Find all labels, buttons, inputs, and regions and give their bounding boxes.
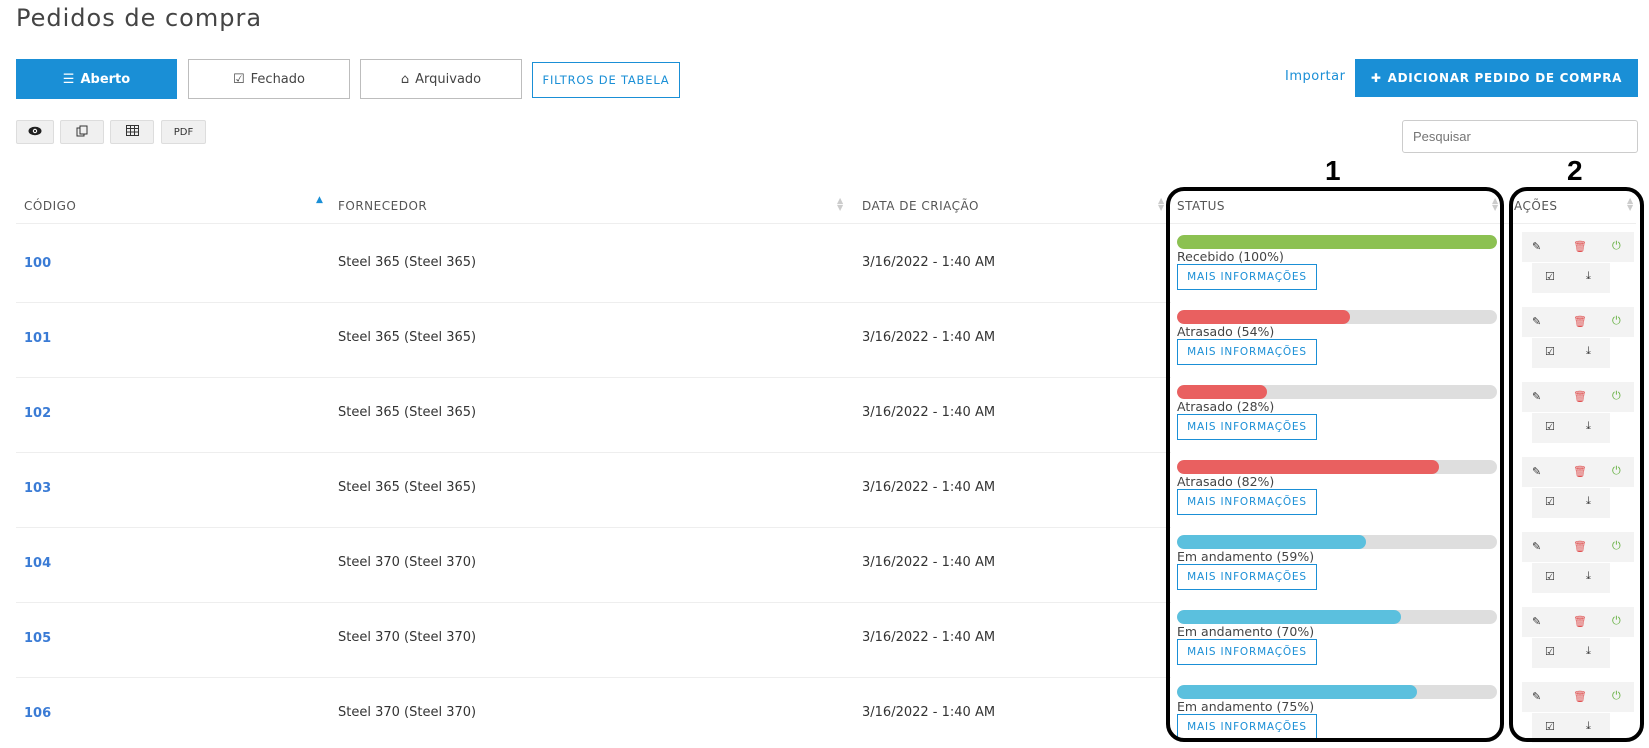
supplier-cell: Steel 365 (Steel 365)	[338, 480, 477, 495]
supplier-cell: Steel 370 (Steel 370)	[338, 555, 477, 570]
order-code-link[interactable]: 100	[24, 256, 51, 271]
order-code-link[interactable]: 104	[24, 556, 51, 571]
order-code-link[interactable]: 103	[24, 481, 51, 496]
column-header-code[interactable]: CÓDIGO	[24, 199, 76, 213]
add-purchase-order-button[interactable]: ✚ ADICIONAR PEDIDO DE COMPRA	[1355, 59, 1638, 97]
callout-number: 2	[1567, 155, 1583, 186]
created-date-cell: 3/16/2022 - 1:40 AM	[862, 480, 996, 495]
created-date-cell: 3/16/2022 - 1:40 AM	[862, 330, 996, 345]
supplier-cell: Steel 365 (Steel 365)	[338, 330, 477, 345]
sort-icon[interactable]: ▲ ▼	[1158, 197, 1164, 212]
row-divider	[16, 602, 1171, 603]
supplier-cell: Steel 365 (Steel 365)	[338, 255, 477, 270]
sort-icon[interactable]: ▲ ▼	[837, 197, 843, 212]
plus-icon: ✚	[1370, 71, 1382, 85]
inbox-icon: ⌂	[400, 71, 410, 87]
pdf-export-button[interactable]: PDF	[161, 120, 206, 144]
tab-fechado-label: Fechado	[250, 71, 305, 87]
callout-actions	[1509, 187, 1644, 742]
column-visibility-button[interactable]	[16, 120, 54, 144]
callout-number: 1	[1325, 155, 1341, 186]
column-header-supplier[interactable]: FORNECEDOR	[338, 199, 427, 213]
add-purchase-order-label: ADICIONAR PEDIDO DE COMPRA	[1387, 71, 1623, 85]
order-code-link[interactable]: 106	[24, 706, 51, 721]
created-date-cell: 3/16/2022 - 1:40 AM	[862, 555, 996, 570]
row-divider	[16, 452, 1171, 453]
created-date-cell: 3/16/2022 - 1:40 AM	[862, 405, 996, 420]
eye-icon	[28, 126, 42, 139]
table-filters-button[interactable]: FILTROS DE TABELA	[532, 62, 680, 98]
copy-icon	[76, 125, 88, 140]
tab-arquivado-label: Arquivado	[415, 71, 482, 87]
table-icon	[125, 125, 139, 139]
sort-ascending-icon[interactable]: ▲	[316, 196, 323, 205]
list-icon: ☰	[62, 71, 75, 87]
tab-fechado[interactable]: ☑ Fechado	[188, 59, 350, 99]
order-code-link[interactable]: 101	[24, 331, 51, 346]
created-date-cell: 3/16/2022 - 1:40 AM	[862, 630, 996, 645]
supplier-cell: Steel 370 (Steel 370)	[338, 705, 477, 720]
tab-aberto-label: Aberto	[80, 71, 131, 87]
page-title: Pedidos de compra	[16, 4, 263, 32]
supplier-cell: Steel 370 (Steel 370)	[338, 630, 477, 645]
callout-status	[1166, 187, 1504, 742]
created-date-cell: 3/16/2022 - 1:40 AM	[862, 705, 996, 720]
search-input[interactable]	[1402, 120, 1638, 153]
supplier-cell: Steel 365 (Steel 365)	[338, 405, 477, 420]
column-header-date[interactable]: DATA DE CRIAÇÃO	[862, 199, 979, 213]
spreadsheet-export-button[interactable]	[110, 120, 154, 144]
import-link[interactable]: Importar	[1285, 69, 1345, 84]
row-divider	[16, 302, 1171, 303]
order-code-link[interactable]: 105	[24, 631, 51, 646]
row-divider	[16, 677, 1171, 678]
order-code-link[interactable]: 102	[24, 406, 51, 421]
tab-aberto[interactable]: ☰ Aberto	[16, 59, 177, 99]
copy-button[interactable]	[60, 120, 104, 144]
created-date-cell: 3/16/2022 - 1:40 AM	[862, 255, 996, 270]
tab-arquivado[interactable]: ⌂ Arquivado	[360, 59, 522, 99]
row-divider	[16, 527, 1171, 528]
checkbox-icon: ☑	[233, 71, 245, 87]
row-divider	[16, 377, 1171, 378]
